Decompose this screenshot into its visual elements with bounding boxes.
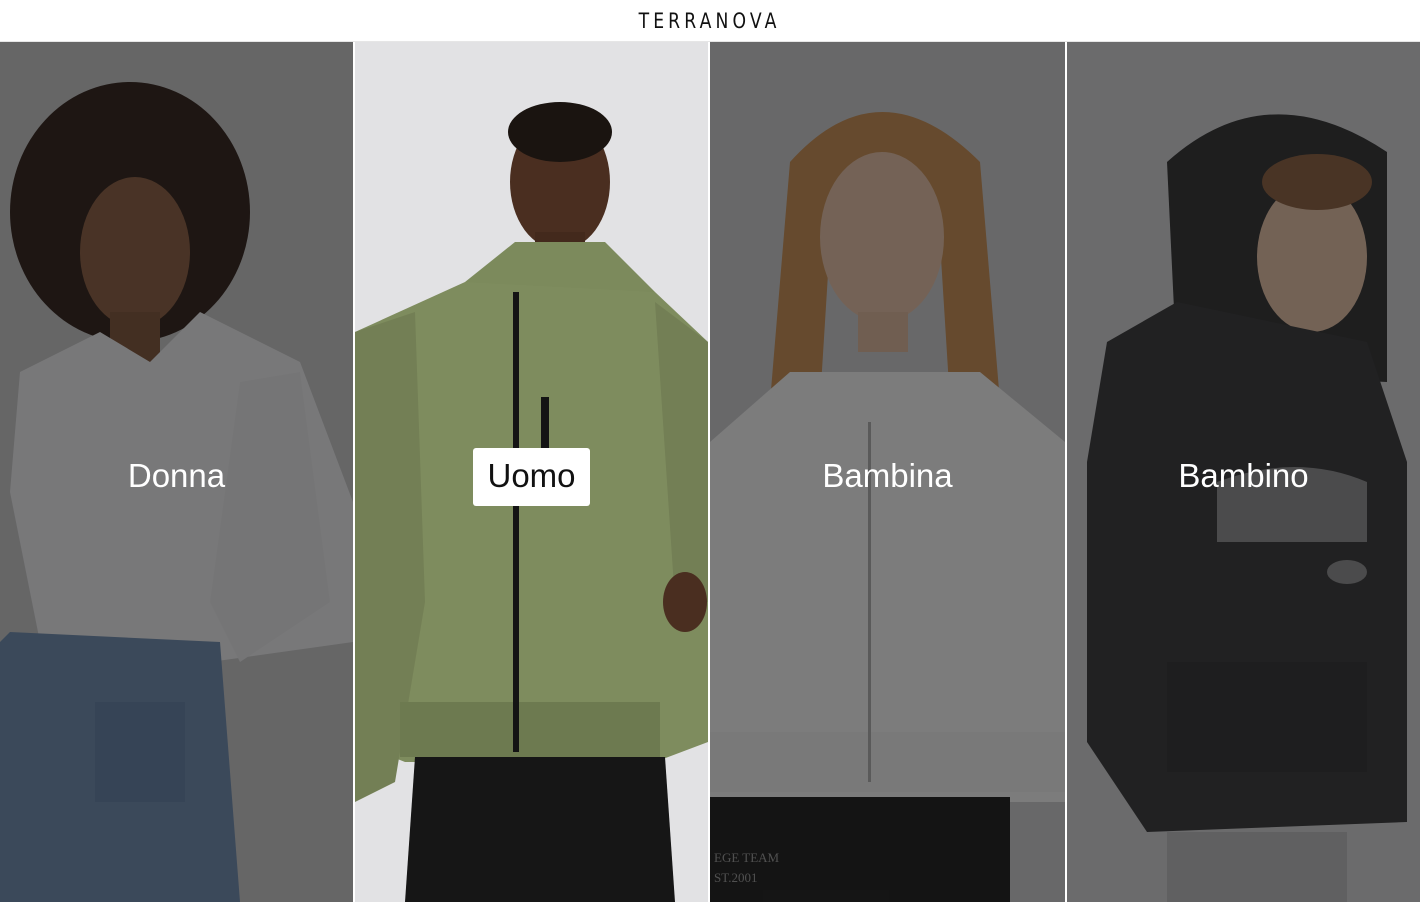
category-panel-bambina[interactable]: EGE TEAM ST.2001 Bambina (710, 42, 1065, 902)
site-header: TERRANOVA (0, 0, 1420, 42)
category-panel-bambino[interactable]: Bambino (1067, 42, 1420, 902)
category-label-uomo[interactable]: Uomo (473, 448, 590, 506)
category-label-bambina[interactable]: Bambina (808, 448, 966, 506)
category-label-bambino[interactable]: Bambino (1164, 448, 1322, 506)
category-panel-uomo[interactable]: Uomo (355, 42, 708, 902)
category-panel-donna[interactable]: Donna (0, 42, 353, 902)
category-panels: Donna Uomo Bambina Bambino (0, 42, 1420, 902)
brand-logo[interactable]: TERRANOVA (639, 9, 781, 33)
category-label-donna[interactable]: Donna (114, 448, 239, 506)
